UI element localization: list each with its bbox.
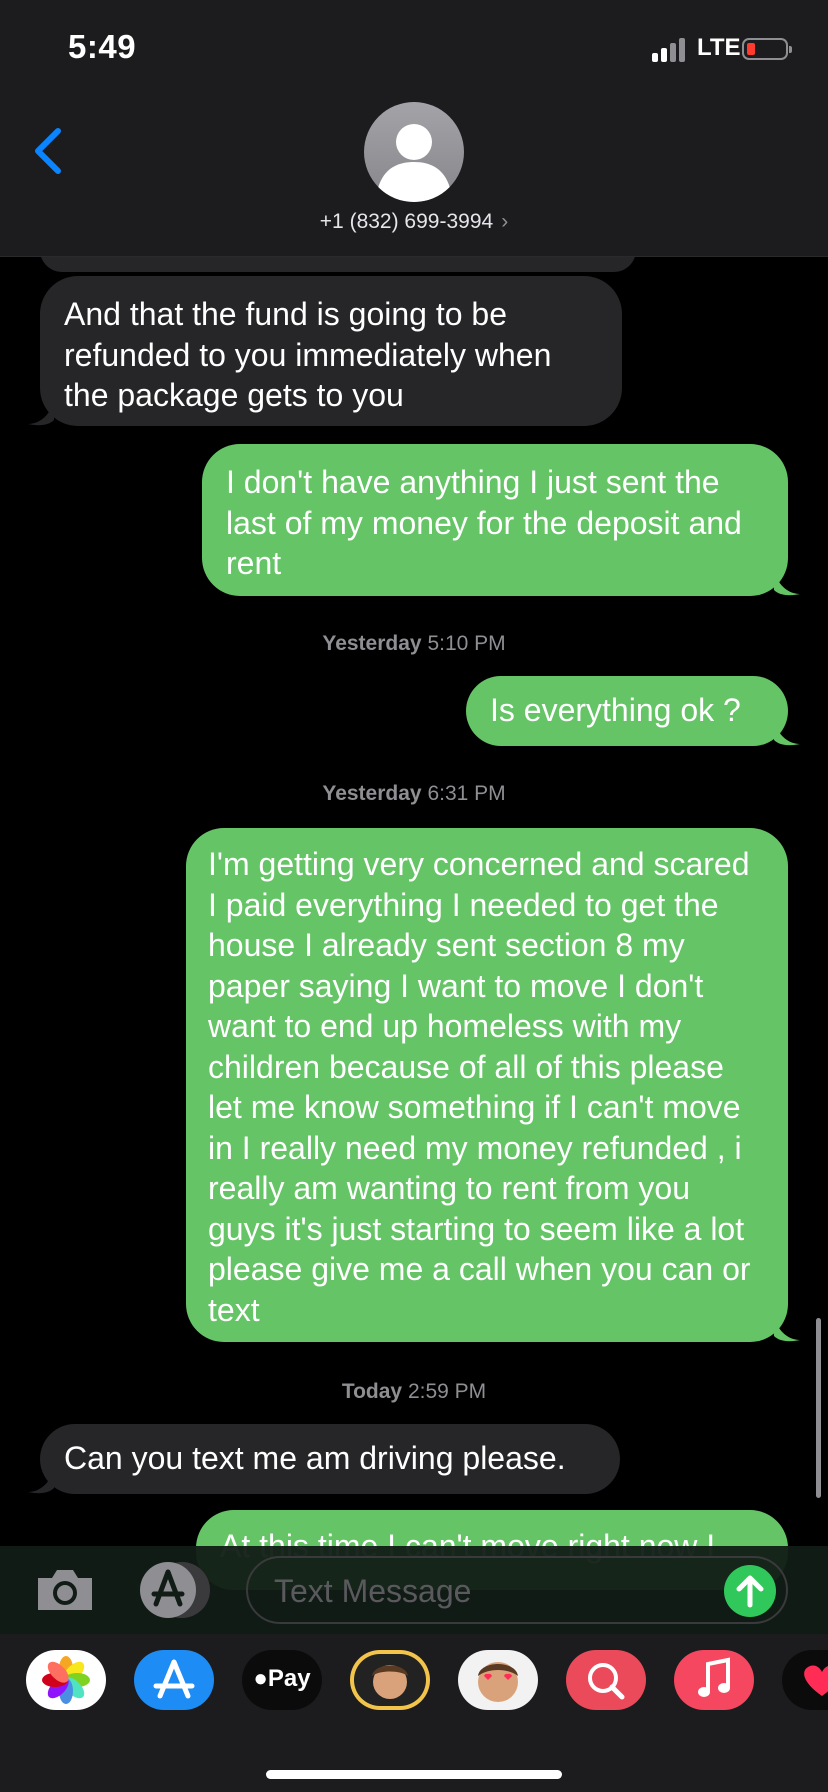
send-arrow-icon	[736, 1575, 764, 1608]
bubble-tail-icon	[774, 718, 800, 746]
home-indicator[interactable]	[266, 1770, 562, 1779]
bubble-tail-icon	[774, 568, 800, 596]
person-icon	[378, 124, 450, 202]
timestamp: Yesterday 5:10 PM	[322, 632, 506, 655]
contact-name[interactable]: +1 (832) 699-3994 ›	[0, 210, 828, 234]
music-icon[interactable]	[674, 1650, 754, 1710]
message-text: And that the fund is going to be refunde…	[64, 296, 552, 413]
memoji-icon[interactable]	[350, 1650, 430, 1710]
signal-icon	[652, 38, 688, 62]
message-text: I don't have anything I just sent the la…	[226, 464, 742, 581]
app-store-icon[interactable]	[134, 1650, 214, 1710]
app-drawer: ●Pay	[0, 1634, 828, 1792]
message-text: Is everything ok ?	[490, 692, 741, 728]
contact-number: +1 (832) 699-3994	[319, 210, 494, 233]
scrollbar[interactable]	[816, 1318, 821, 1498]
message-input-placeholder: Text Message	[274, 1573, 472, 1609]
battery-icon	[742, 38, 792, 60]
message-bubble-incoming[interactable]: And that the fund is going to be refunde…	[28, 276, 622, 426]
image-search-icon[interactable]	[566, 1650, 646, 1710]
network-type: LTE	[697, 34, 741, 61]
send-button[interactable]	[724, 1565, 776, 1617]
message-bubble-outgoing[interactable]: Is everything ok ?	[466, 676, 800, 746]
message-input[interactable]: Text Message	[246, 1556, 788, 1624]
compose-bar: Text Message	[0, 1546, 828, 1634]
apple-pay-icon[interactable]: ●Pay	[242, 1650, 322, 1710]
apple-icon: ●	[253, 1665, 268, 1692]
message-bubble-incoming[interactable]: Can you text me am driving please.	[28, 1424, 620, 1494]
timestamp: Yesterday 6:31 PM	[322, 782, 506, 805]
avatar[interactable]	[364, 102, 464, 202]
message-bubble-outgoing[interactable]: I don't have anything I just sent the la…	[202, 444, 800, 596]
chevron-right-icon: ›	[501, 210, 509, 233]
bubble-tail-icon	[28, 398, 54, 426]
message-text: I'm getting very concerned and scared I …	[208, 846, 751, 1328]
digital-touch-icon[interactable]	[782, 1650, 828, 1710]
message-bubble-outgoing[interactable]: I'm getting very concerned and scared I …	[186, 828, 800, 1342]
timestamp: Today 2:59 PM	[341, 1380, 487, 1403]
photos-icon[interactable]	[26, 1650, 106, 1710]
status-time: 5:49	[68, 28, 137, 65]
app-store-icon[interactable]	[138, 1560, 212, 1620]
bubble-tail-icon	[28, 1466, 54, 1494]
camera-icon[interactable]	[34, 1566, 96, 1614]
bubble-tail-icon	[774, 1314, 800, 1342]
message-text: Can you text me am driving please.	[64, 1440, 566, 1476]
chevron-left-icon[interactable]	[28, 126, 68, 176]
conversation-header: 5:49 LTE +1 (832) 699-3994 ›	[0, 0, 828, 257]
memoji-stickers-icon[interactable]	[458, 1650, 538, 1710]
